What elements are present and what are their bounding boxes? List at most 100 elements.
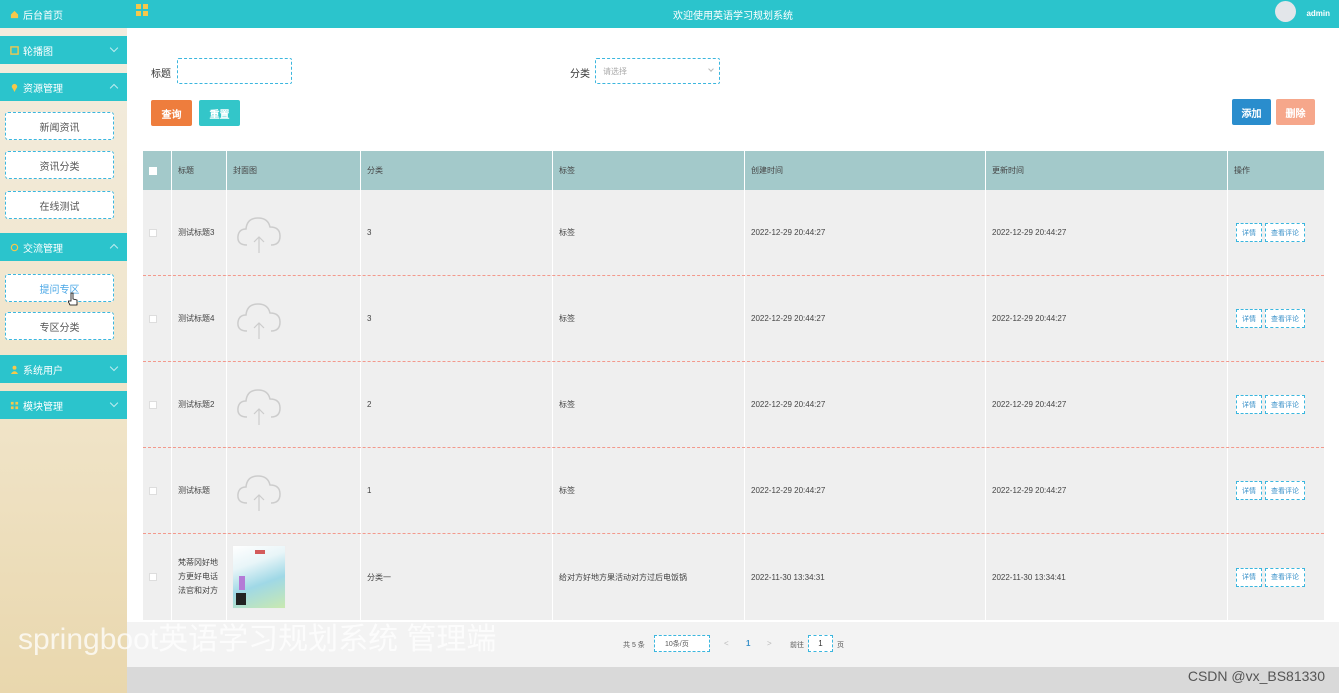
detail-button[interactable]: 详情 xyxy=(1236,309,1262,328)
column-header: 封面图 xyxy=(227,151,361,190)
row-category: 分类一 xyxy=(361,534,553,620)
goto-page-input[interactable]: 1 xyxy=(808,635,833,652)
query-button[interactable]: 查询 xyxy=(151,100,192,126)
category-label: 分类 xyxy=(570,69,590,80)
detail-button[interactable]: 详情 xyxy=(1236,395,1262,414)
table-row: 测试标题2 2 标签 2022-12-29 20:44:27 2022-12-2… xyxy=(143,362,1324,448)
cloud-placeholder-icon xyxy=(237,302,281,339)
goto-unit-label: 页 xyxy=(837,642,844,649)
row-category: 3 xyxy=(361,190,553,275)
row-cover xyxy=(227,190,361,275)
column-header: 操作 xyxy=(1234,166,1250,175)
sidebar-subitem-news[interactable]: 新闻资讯 xyxy=(5,112,114,140)
row-updated: 2022-12-29 20:44:27 xyxy=(986,276,1228,361)
sidebar-item-system-users[interactable]: 系统用户 xyxy=(0,355,127,383)
row-created: 2022-12-29 20:44:27 xyxy=(745,276,986,361)
column-header: 分类 xyxy=(361,151,553,190)
detail-button[interactable]: 详情 xyxy=(1236,223,1262,242)
cloud-placeholder-icon xyxy=(237,216,281,253)
row-title: 测试标题 xyxy=(172,448,227,533)
row-title: 测试标题4 xyxy=(172,276,227,361)
data-table: 标题 封面图 分类 标签 创建时间 更新时间 操作 测试标题3 3 标签 202… xyxy=(143,151,1324,620)
detail-button[interactable]: 详情 xyxy=(1236,481,1262,500)
column-header: 标题 xyxy=(172,151,227,190)
chevron-down-icon xyxy=(708,66,714,72)
sidebar-subitem-zone-category[interactable]: 专区分类 xyxy=(5,312,114,340)
category-placeholder: 请选择 xyxy=(603,66,627,76)
sidebar-item-modules[interactable]: 模块管理 xyxy=(0,391,127,419)
sidebar-subitem-questions[interactable]: 提问专区 xyxy=(5,274,114,302)
view-comments-button[interactable]: 查看评论 xyxy=(1265,223,1305,242)
add-button[interactable]: 添加 xyxy=(1232,99,1271,125)
view-comments-button[interactable]: 查看评论 xyxy=(1265,395,1305,414)
main-content: 标题 分类 请选择 查询 重置 添加 删除 标题 封面图 分类 标签 创建时间 … xyxy=(127,28,1339,693)
row-title: 测试标题3 xyxy=(172,190,227,275)
column-header: 标签 xyxy=(553,151,745,190)
sidebar-item-label: 系统用户 xyxy=(23,365,63,377)
grid-icon xyxy=(10,401,19,410)
row-title: 梵蒂冈好地方更好电话法官和对方 xyxy=(172,534,227,620)
page-title: 欢迎使用英语学习规划系统 xyxy=(673,11,793,22)
view-comments-button[interactable]: 查看评论 xyxy=(1265,567,1305,587)
title-label: 标题 xyxy=(151,69,171,80)
sidebar: 后台首页 轮播图 资源管理 新闻资讯 资讯分类 在线测试 交流管理 提问专区 专… xyxy=(0,0,127,693)
user-icon xyxy=(10,365,19,374)
page-number[interactable]: 1 xyxy=(746,639,750,648)
chevron-down-icon xyxy=(109,398,119,408)
row-cover xyxy=(227,448,361,533)
row-actions: 详情 查看评论 xyxy=(1236,448,1305,533)
sidebar-item-label: 模块管理 xyxy=(23,401,63,413)
row-title: 测试标题2 xyxy=(172,362,227,447)
avatar[interactable] xyxy=(1275,1,1296,22)
row-created: 2022-12-29 20:44:27 xyxy=(745,190,986,275)
table-row: 测试标题3 3 标签 2022-12-29 20:44:27 2022-12-2… xyxy=(143,190,1324,276)
cover-image xyxy=(232,545,286,609)
view-comments-button[interactable]: 查看评论 xyxy=(1265,481,1305,500)
row-category: 2 xyxy=(361,362,553,447)
prev-page-button[interactable]: < xyxy=(724,639,729,648)
title-input[interactable] xyxy=(177,58,292,84)
chevron-down-icon xyxy=(109,43,119,53)
sidebar-subitem-news-category[interactable]: 资讯分类 xyxy=(5,151,114,179)
row-actions: 详情 查看评论 xyxy=(1236,362,1305,447)
row-category: 1 xyxy=(361,448,553,533)
detail-button[interactable]: 详情 xyxy=(1236,567,1262,587)
cloud-placeholder-icon xyxy=(237,388,281,425)
row-checkbox[interactable] xyxy=(149,228,157,237)
top-bar: 欢迎使用英语学习规划系统 admin xyxy=(127,0,1339,28)
sidebar-item-communication[interactable]: 交流管理 xyxy=(0,233,127,261)
next-page-button[interactable]: > xyxy=(767,639,772,648)
username[interactable]: admin xyxy=(1306,9,1330,18)
total-count: 共 5 条 xyxy=(623,642,645,649)
row-checkbox[interactable] xyxy=(149,400,157,409)
row-updated: 2022-12-29 20:44:27 xyxy=(986,448,1228,533)
row-actions: 详情 查看评论 xyxy=(1236,276,1305,361)
row-tag: 标签 xyxy=(553,448,745,533)
reset-button[interactable]: 重置 xyxy=(199,100,240,126)
table-row: 测试标题4 3 标签 2022-12-29 20:44:27 2022-12-2… xyxy=(143,276,1324,362)
sidebar-item-label: 后台首页 xyxy=(23,10,63,22)
row-cover xyxy=(227,362,361,447)
delete-button[interactable]: 删除 xyxy=(1276,99,1315,125)
row-checkbox[interactable] xyxy=(149,486,157,495)
goto-label: 前往 xyxy=(790,642,804,649)
row-tag: 标签 xyxy=(553,362,745,447)
row-checkbox[interactable] xyxy=(149,573,157,581)
home-icon xyxy=(10,10,19,19)
sidebar-item-label: 轮播图 xyxy=(23,46,53,58)
row-category: 3 xyxy=(361,276,553,361)
sidebar-item-carousel[interactable]: 轮播图 xyxy=(0,36,127,64)
view-comments-button[interactable]: 查看评论 xyxy=(1265,309,1305,328)
category-select[interactable]: 请选择 xyxy=(595,58,720,84)
column-header: 更新时间 xyxy=(986,151,1228,190)
system-watermark: springboot英语学习规划系统 管理端 xyxy=(18,623,497,656)
column-header: 创建时间 xyxy=(745,151,986,190)
page-size-select[interactable]: 10条/页 xyxy=(654,635,710,652)
location-icon xyxy=(10,83,19,92)
sidebar-subitem-online-test[interactable]: 在线测试 xyxy=(5,191,114,219)
row-checkbox[interactable] xyxy=(149,314,157,323)
sidebar-item-resources[interactable]: 资源管理 xyxy=(0,73,127,101)
select-all-checkbox[interactable] xyxy=(149,166,157,175)
row-updated: 2022-11-30 13:34:41 xyxy=(986,534,1228,620)
sidebar-item-home[interactable]: 后台首页 xyxy=(0,0,127,28)
